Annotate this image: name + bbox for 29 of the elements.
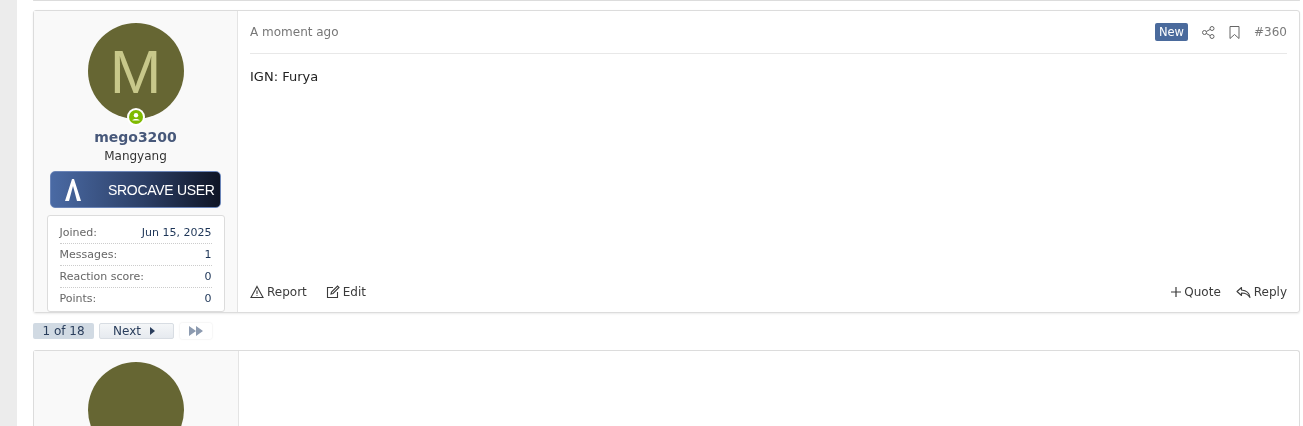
stat-value: 0 bbox=[204, 292, 212, 305]
post-message: IGN: Furya bbox=[250, 68, 320, 86]
bookmark-icon[interactable] bbox=[1229, 25, 1241, 39]
edit-link[interactable]: Edit bbox=[325, 285, 367, 299]
fast-forward-icon bbox=[189, 326, 203, 336]
stat-label: Joined: bbox=[59, 226, 97, 239]
user-banner: SROCAVE USER bbox=[50, 171, 221, 208]
caret-icon bbox=[149, 327, 155, 335]
stat-value: 0 bbox=[204, 270, 212, 283]
report-link[interactable]: Report bbox=[250, 285, 307, 299]
next-button[interactable]: Next bbox=[99, 323, 174, 339]
page-indicator: 1 of 18 bbox=[33, 323, 94, 339]
share-icon[interactable] bbox=[1202, 25, 1216, 39]
user-title: Mangyang bbox=[104, 149, 167, 163]
post-time[interactable]: A moment ago bbox=[250, 25, 339, 39]
stat-value: Jun 15, 2025 bbox=[141, 226, 212, 239]
username[interactable]: mego3200 bbox=[94, 129, 177, 145]
reply-link[interactable]: Reply bbox=[1235, 285, 1287, 299]
edit-icon bbox=[325, 285, 340, 299]
new-badge: New bbox=[1154, 23, 1189, 41]
plus-icon bbox=[1171, 287, 1182, 297]
reply-icon bbox=[1235, 285, 1251, 299]
stat-label: Reaction score: bbox=[59, 270, 145, 283]
stat-value: 1 bbox=[204, 248, 212, 261]
quote-link[interactable]: Quote bbox=[1171, 285, 1221, 299]
stat-label: Points: bbox=[59, 292, 97, 305]
warning-icon bbox=[250, 285, 264, 299]
post-number-link[interactable]: #360 bbox=[1254, 25, 1287, 39]
stat-label: Messages: bbox=[59, 248, 118, 261]
